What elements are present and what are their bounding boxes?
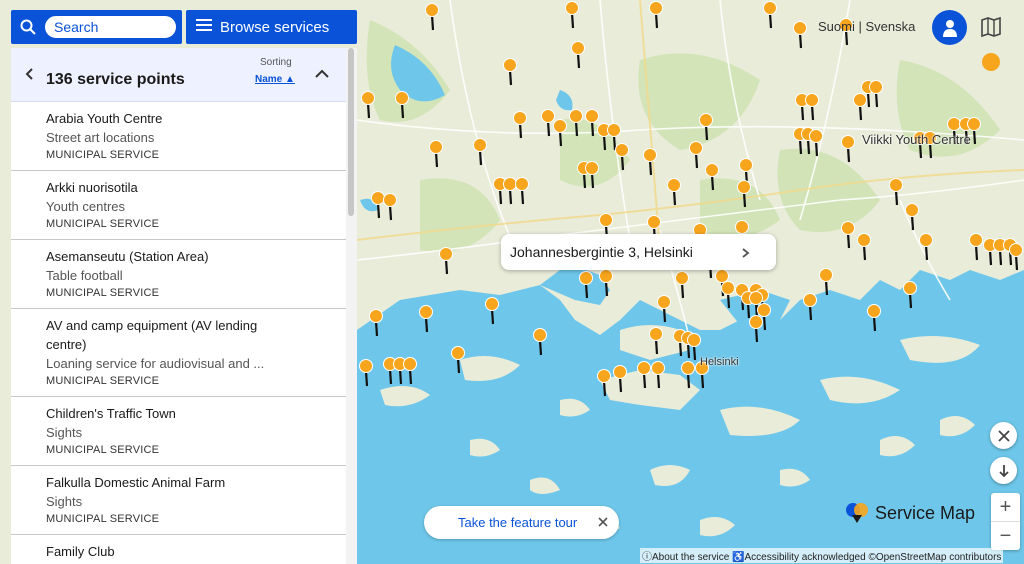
list-item[interactable]: AV and camp equipment (AV lending centre… <box>11 309 346 397</box>
item-type: MUNICIPAL SERVICE <box>46 149 160 161</box>
item-category: Youth centres <box>46 199 126 214</box>
chevron-left-icon[interactable] <box>23 67 37 81</box>
item-name: Arkki nuorisotila <box>46 180 138 195</box>
item-type: MUNICIPAL SERVICE <box>46 513 160 525</box>
results-count: 136 service points <box>46 71 185 88</box>
item-name: Arabia Youth Centre <box>46 111 163 126</box>
menu-icon <box>196 18 212 36</box>
map-label-viikki: Viikki Youth Centre <box>862 132 971 147</box>
sorting-label: Sorting <box>260 57 292 68</box>
results-scrollbar[interactable] <box>346 48 357 564</box>
zoom-control: + − <box>991 493 1020 550</box>
item-name: Falkulla Domestic Animal Farm <box>46 475 226 490</box>
item-category: Sights <box>46 494 83 509</box>
item-category: Table football <box>46 268 123 283</box>
map-label-helsinki: Helsinki <box>700 356 739 368</box>
browse-services-label: Browse services <box>220 18 330 36</box>
item-category: Sights <box>46 425 83 440</box>
map-attribution[interactable]: ⓘAbout the service ♿Accessibility acknow… <box>640 548 1004 563</box>
item-category: Street art locations <box>46 130 155 145</box>
zoom-out-button[interactable]: − <box>991 522 1020 550</box>
search-input[interactable]: Search <box>45 16 176 38</box>
results-panel: 136 service points Sorting Name ▲ Arabia… <box>11 48 346 564</box>
item-type: MUNICIPAL SERVICE <box>46 444 160 456</box>
account-icon[interactable] <box>932 10 967 45</box>
item-type: MUNICIPAL SERVICE <box>46 375 160 387</box>
chevron-up-icon[interactable] <box>314 67 330 81</box>
item-name: AV and camp equipment (AV lending centre… <box>46 318 258 352</box>
list-item[interactable]: Asemanseutu (Station Area) Table footbal… <box>11 240 346 309</box>
language-switcher[interactable]: Suomi | Svenska <box>818 19 915 34</box>
down-arrow-icon[interactable] <box>990 457 1017 484</box>
logo-icon <box>846 503 868 523</box>
search-bar: Search <box>11 10 182 44</box>
feature-tour-button[interactable]: Take the feature tour <box>424 506 619 539</box>
zoom-in-button[interactable]: + <box>991 493 1020 522</box>
item-type: MUNICIPAL SERVICE <box>46 218 160 230</box>
close-icon[interactable] <box>596 515 610 529</box>
scrollbar-thumb[interactable] <box>348 48 354 216</box>
sort-by-name-button[interactable]: Name ▲ <box>255 74 295 85</box>
browse-services-button[interactable]: Browse services <box>186 10 357 44</box>
map-icon[interactable] <box>980 16 1002 38</box>
top-bar: Search Browse services <box>11 10 357 44</box>
arrow-right-icon[interactable] <box>740 246 752 258</box>
tools-icon[interactable] <box>990 422 1017 449</box>
user-location-marker[interactable] <box>982 53 1000 71</box>
item-name: Children's Traffic Town <box>46 406 176 421</box>
feature-tour-label: Take the feature tour <box>458 515 578 530</box>
address-popup[interactable]: Johannesbergintie 3, Helsinki <box>501 234 776 270</box>
search-icon[interactable] <box>19 18 37 36</box>
results-header: 136 service points Sorting Name ▲ <box>11 48 346 102</box>
list-item[interactable]: Arabia Youth Centre Street art locations… <box>11 102 346 171</box>
logo-text: Service Map <box>875 502 976 523</box>
list-item[interactable]: Arkki nuorisotila Youth centres MUNICIPA… <box>11 171 346 240</box>
results-list: Arabia Youth Centre Street art locations… <box>11 102 346 564</box>
service-map-logo: Service Map <box>844 501 975 525</box>
list-item[interactable]: Children's Traffic Town Sights MUNICIPAL… <box>11 397 346 466</box>
item-name: Asemanseutu (Station Area) <box>46 249 209 264</box>
list-item[interactable]: Falkulla Domestic Animal Farm Sights MUN… <box>11 466 346 535</box>
item-name: Family Club <box>46 544 115 559</box>
item-category: Loaning service for audiovisual and ... <box>46 356 265 371</box>
list-item[interactable]: Family Club <box>11 535 346 564</box>
item-type: MUNICIPAL SERVICE <box>46 287 160 299</box>
popup-address: Johannesbergintie 3, Helsinki <box>510 244 693 260</box>
